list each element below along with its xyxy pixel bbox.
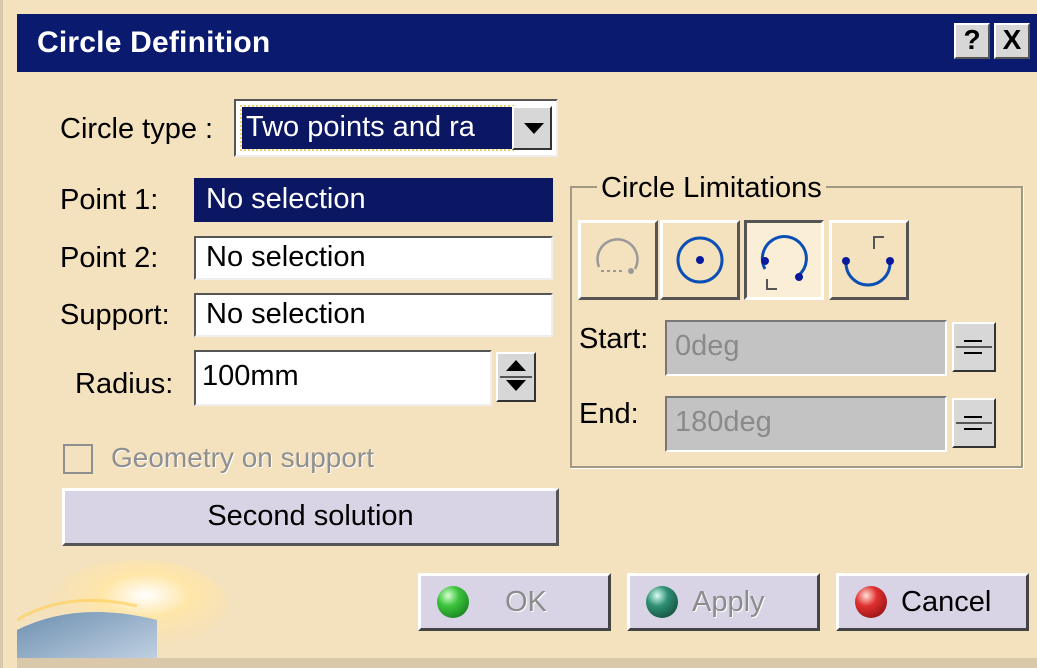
close-button[interactable]: X <box>994 23 1030 59</box>
part-arc-icon <box>596 238 639 274</box>
complementary-circle-mode-button[interactable] <box>829 220 909 300</box>
apply-icon <box>646 586 678 618</box>
start-spinner[interactable] <box>952 322 996 372</box>
end-label: End: <box>579 398 639 430</box>
point1-label: Point 1: <box>60 184 159 216</box>
cancel-icon <box>855 586 887 618</box>
complementary-circle-icon <box>842 236 894 287</box>
radius-label: Radius: <box>75 368 174 400</box>
cancel-button[interactable]: Cancel <box>836 573 1029 631</box>
ok-button[interactable]: OK <box>418 573 611 631</box>
second-solution-button[interactable]: Second solution <box>62 488 559 546</box>
point2-field[interactable]: No selection <box>194 236 553 280</box>
circle-definition-dialog: Circle Definition ? X Circle type : Two … <box>0 0 1037 668</box>
point1-field[interactable]: No selection <box>194 178 553 222</box>
start-label: Start: <box>579 323 649 355</box>
whole-circle-mode-button[interactable] <box>660 220 740 300</box>
chevron-down-icon[interactable] <box>512 106 552 150</box>
arrow-up-icon <box>506 360 526 371</box>
whole-circle-icon <box>676 236 724 284</box>
radius-field[interactable]: 100mm <box>194 350 492 406</box>
trimmed-circle-mode-button[interactable] <box>744 220 824 300</box>
geometry-on-support-label: Geometry on support <box>111 442 375 473</box>
geometry-on-support-checkbox[interactable] <box>63 444 93 474</box>
circle-type-label: Circle type : <box>60 113 214 145</box>
start-field[interactable]: 0deg <box>665 320 947 376</box>
ok-icon <box>437 586 469 618</box>
dialog-bottom-edge <box>17 658 1037 668</box>
end-field[interactable]: 180deg <box>665 396 947 452</box>
radius-spinner[interactable] <box>496 352 536 402</box>
apply-button[interactable]: Apply <box>627 573 820 631</box>
dialog-title: Circle Definition <box>37 26 271 59</box>
point2-label: Point 2: <box>60 242 159 274</box>
help-button[interactable]: ? <box>954 23 990 59</box>
support-label: Support: <box>60 299 170 331</box>
circle-type-combobox[interactable]: Two points and ra <box>234 99 558 157</box>
circle-type-value: Two points and ra <box>240 105 514 151</box>
title-bar[interactable]: Circle Definition ? X <box>17 14 1037 72</box>
part-arc-mode-button[interactable] <box>578 220 658 300</box>
trimmed-circle-icon <box>760 235 808 290</box>
catia-decoration <box>17 560 257 668</box>
end-spinner[interactable] <box>952 398 996 448</box>
arrow-down-icon <box>506 380 526 391</box>
support-field[interactable]: No selection <box>194 293 553 337</box>
circle-limitations-title: Circle Limitations <box>597 172 826 205</box>
